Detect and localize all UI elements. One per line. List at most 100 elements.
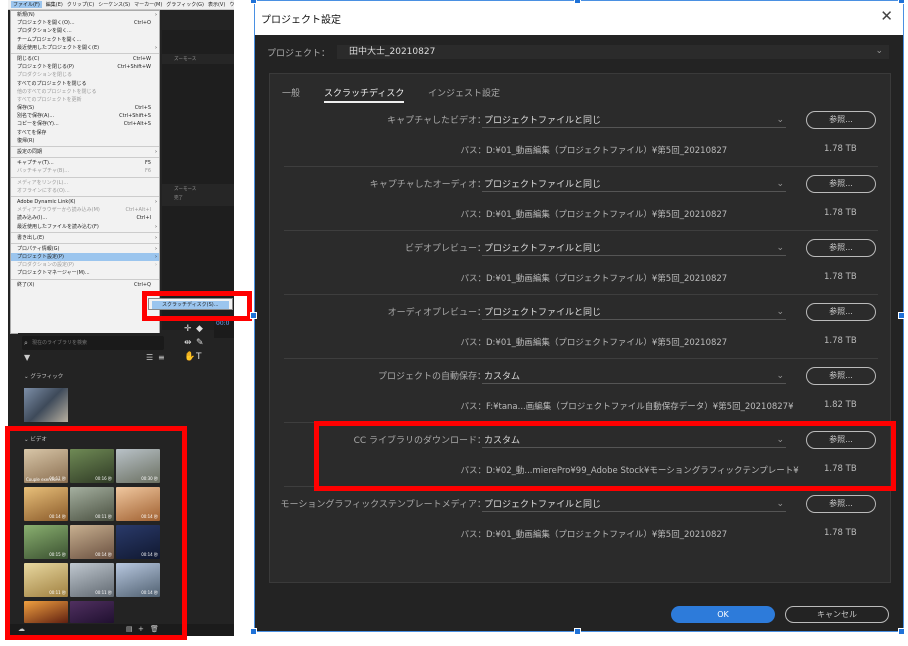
chevron-down-icon: ⌄ [776,243,784,253]
menu-item-label: キャプチャ(T)... [17,160,54,167]
file-menu-item[interactable]: キャプチャ(T)... F5 [11,159,159,167]
menubar-item[interactable]: シーケンス(S) [98,1,130,8]
menubar-item[interactable]: マーカー(M) [134,1,162,8]
menubar-item[interactable]: 編集(E) [46,1,63,8]
file-menu-item[interactable]: 読み込み(I)... Ctrl+I [11,214,159,222]
file-menu-item[interactable]: コピーを保存(Y)... Ctrl+Alt+S [11,120,159,128]
resize-handle[interactable] [574,0,581,4]
graphic-thumbnail[interactable] [24,388,68,422]
file-menu-item[interactable]: プロジェクトマネージャー(M)... [11,269,159,277]
resize-handle[interactable] [574,628,581,635]
browse-button[interactable]: 参照... [806,367,876,385]
menu-item-shortcut: Ctrl+Q [133,281,151,288]
file-menu-item[interactable]: チームプロジェクトを開く... [11,36,159,44]
project-select[interactable]: 田中大士_20210827 ⌄ [337,45,889,59]
location-select[interactable]: プロジェクトファイルと同じ ⌄ [482,306,786,320]
menu-item-label: 保存(S) [17,105,35,112]
resize-handle[interactable] [898,628,905,635]
file-menu-item[interactable]: プロジェクト設定(P) › [11,253,159,262]
tab-scratch-disks[interactable]: スクラッチディスク [324,86,405,103]
path-value: D:¥01_動画編集（プロジェクトファイル）¥第5回_20210827 [486,338,728,348]
menubar-item[interactable]: 表示(V) [208,1,225,8]
graphics-section-header[interactable]: ⌄ グラフィック [18,371,168,383]
path-label: パス： [460,402,486,412]
tab-general[interactable]: 一般 [282,86,300,99]
filter-icon[interactable]: ▼ [24,353,30,362]
file-menu-item[interactable]: 最近使用したプロジェクトを開く(E) › [11,44,159,52]
menu-item-label: 新規(N) [17,12,35,18]
search-placeholder: 現在のライブラリを検索 [32,340,88,346]
file-menu-item[interactable]: 最近使用したファイルを読み込む(F) › [11,223,159,231]
menu-item-shortcut: Ctrl+W [132,55,151,62]
timeline-corner: 00:0 [214,318,234,338]
browse-button[interactable]: 参照... [806,111,876,129]
file-menu-item[interactable]: 別名で保存(A)... Ctrl+Shift+S [11,112,159,120]
browse-button[interactable]: 参照... [806,239,876,257]
move-tool-icon[interactable]: ✛ [184,324,192,334]
ok-button[interactable]: OK [671,606,775,623]
file-menu-item[interactable]: プロジェクトを閉じる(P) Ctrl+Shift+W [11,63,159,71]
file-menu-dropdown: 新規(N) › プロジェクトを開く(O)... Ctrl+O プロダクションを開く...… [10,10,160,334]
disk-size: 1.78 TB [824,144,857,154]
menu-item-label: バッチキャプチャ(B)... [17,168,70,175]
tab-ingest-settings[interactable]: インジェスト設定 [428,86,500,99]
browse-button[interactable]: 参照... [806,175,876,193]
file-menu-item[interactable]: 閉じる(C) Ctrl+W [11,55,159,63]
library-toolbar: ▼ ☰ ≡ [18,353,168,365]
sort-icon[interactable]: ☰ [146,353,153,362]
location-select[interactable]: プロジェクトファイルと同じ ⌄ [482,242,786,256]
resize-handle[interactable] [898,312,905,319]
file-menu-item[interactable]: 書き出し(E) › [11,234,159,242]
file-menu-item[interactable]: 復帰(R) [11,137,159,145]
file-menu-item: メディアブラウザーから読み込み(M) Ctrl+Alt+I [11,206,159,214]
resize-handle[interactable] [250,628,257,635]
location-select[interactable]: プロジェクトファイルと同じ ⌄ [482,498,786,512]
menubar-item[interactable]: ウィンドウ(W) [229,1,234,8]
file-menu-item[interactable]: プロジェクトを開く(O)... Ctrl+O [11,19,159,27]
file-menu-item[interactable]: プロパティ情報(G) › [11,245,159,253]
row-label: キャプチャしたオーディオ： [369,180,486,190]
close-icon[interactable]: ✕ [880,7,893,25]
razor-tool-icon[interactable]: ◆ [196,324,203,334]
file-menu-item[interactable]: すべてのプロジェクトを閉じる [11,80,159,88]
file-menu-item[interactable]: 設定の同期 › [11,148,159,156]
menu-bar: ファイル(F) 編集(E) クリップ(C) シーケンス(S) マーカー(M) グラフィック… [8,0,234,10]
cancel-button[interactable]: キャンセル [785,606,889,623]
row-label: キャプチャしたビデオ： [387,116,486,126]
chevron-right-icon: › [155,262,157,269]
dialog-title: プロジェクト設定 [261,15,341,26]
library-search-input[interactable]: ⌕ 現在のライブラリを検索 [22,336,164,350]
list-view-icon[interactable]: ≡ [158,353,165,362]
menubar-item[interactable]: クリップ(C) [67,1,94,8]
browse-button[interactable]: 参照... [806,303,876,321]
resize-handle[interactable] [250,312,257,319]
location-select[interactable]: プロジェクトファイルと同じ ⌄ [482,114,786,128]
file-menu-item[interactable]: すべてを保存 [11,129,159,137]
file-menu-item: プロダクションの設定(P) › [11,261,159,269]
location-select[interactable]: カスタム ⌄ [482,370,786,384]
file-menu-item[interactable]: 保存(S) Ctrl+S [11,104,159,112]
browse-button[interactable]: 参照... [806,495,876,513]
disk-size: 1.82 TB [824,400,857,410]
resize-handle[interactable] [250,0,257,4]
track-select-icon[interactable]: ⇹ [184,338,192,348]
file-menu-item[interactable]: Adobe Dynamic Link(K) › [11,198,159,206]
resize-handle[interactable] [898,0,905,4]
disk-size: 1.78 TB [824,528,857,538]
menubar-item[interactable]: ファイル(F) [11,1,42,8]
file-menu-item: プロダクションを閉じる [11,71,159,79]
location-select[interactable]: プロジェクトファイルと同じ ⌄ [482,178,786,192]
timecode: 00:0 [216,320,230,327]
type-tool-icon[interactable]: T [196,352,202,362]
annotation-library-box [5,426,187,640]
pen-tool-icon[interactable]: ✎ [196,338,204,348]
file-menu-item[interactable]: プロダクションを開く... [11,27,159,35]
hand-tool-icon[interactable]: ✋ [184,352,195,362]
file-menu-item[interactable]: 新規(N) › [11,11,159,19]
menu-item-label: オフラインにする(O)... [17,187,70,194]
menubar-item[interactable]: グラフィック(G) [166,1,204,8]
panel-band-label: ズーモース [174,187,197,192]
file-menu-item[interactable]: 終了(X) Ctrl+Q [11,281,159,289]
file-menu-item: すべてのプロジェクトを更新 [11,96,159,104]
menu-item-label: 最近使用したファイルを読み込む(F) [17,223,99,230]
